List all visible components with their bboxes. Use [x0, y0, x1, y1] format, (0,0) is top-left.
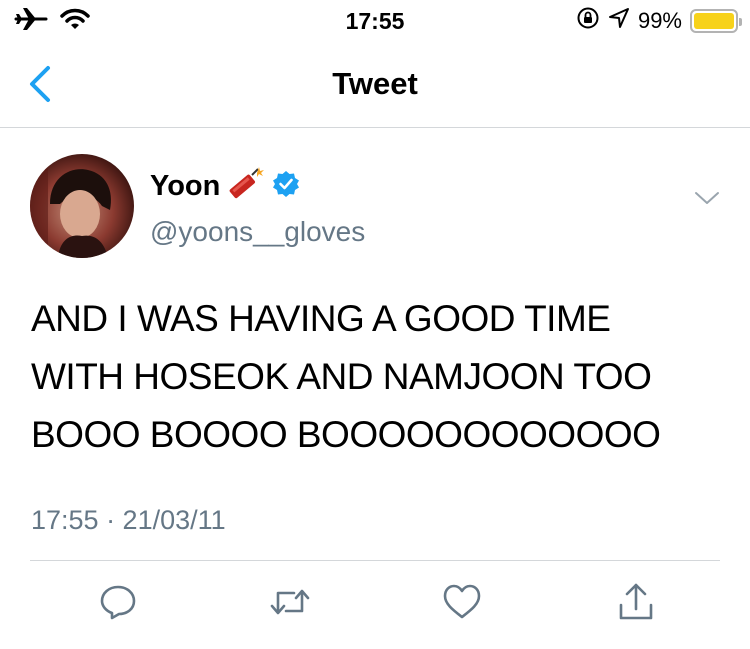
nav-bar: Tweet	[0, 40, 750, 128]
orientation-lock-icon	[576, 6, 600, 35]
like-icon	[443, 584, 481, 619]
reply-icon	[100, 585, 136, 620]
tweet-text-line: BOOO BOOOO BOOOOOOOOOOOO	[31, 414, 661, 455]
display-name: Yoon	[150, 170, 221, 202]
tweet-text-line: WITH HOSEOK AND NAMJOON TOO	[31, 356, 652, 397]
avatar[interactable]	[30, 154, 134, 258]
tweet-text: AND I WAS HAVING A GOOD TIME WITH HOSEOK…	[31, 290, 731, 464]
profile-photo	[30, 154, 112, 258]
retweet-icon	[270, 589, 310, 615]
tweet-timestamp: 17:55 · 21/03/11	[31, 505, 226, 535]
battery-icon	[690, 8, 742, 33]
status-bar-right: 99%	[576, 6, 742, 35]
verified-badge-icon	[272, 170, 300, 203]
share-icon	[619, 583, 653, 620]
tweet-author[interactable]: Yoon @yoons__gloves	[150, 165, 365, 248]
tweet-menu-button[interactable]	[694, 190, 720, 206]
reply-button[interactable]	[96, 580, 140, 624]
user-handle: @yoons__gloves	[150, 216, 366, 247]
tweet-detail-screen: 17:55 99% Tweet Yoon @yoons__gloves AND …	[0, 0, 750, 649]
battery-percent: 99%	[637, 7, 682, 33]
divider	[30, 560, 720, 561]
location-icon	[608, 7, 630, 34]
share-button[interactable]	[614, 580, 658, 624]
tweet-action-bar	[0, 580, 750, 630]
name-row: Yoon	[150, 165, 365, 208]
retweet-button[interactable]	[268, 580, 312, 624]
page-title: Tweet	[332, 66, 418, 101]
battery-level-fill	[694, 12, 734, 29]
status-bar: 17:55 99%	[0, 0, 750, 40]
tweet-text-line: AND I WAS HAVING A GOOD TIME	[31, 298, 611, 339]
firecracker-emoji	[226, 165, 266, 208]
like-button[interactable]	[440, 580, 484, 624]
chevron-down-icon	[695, 192, 719, 204]
